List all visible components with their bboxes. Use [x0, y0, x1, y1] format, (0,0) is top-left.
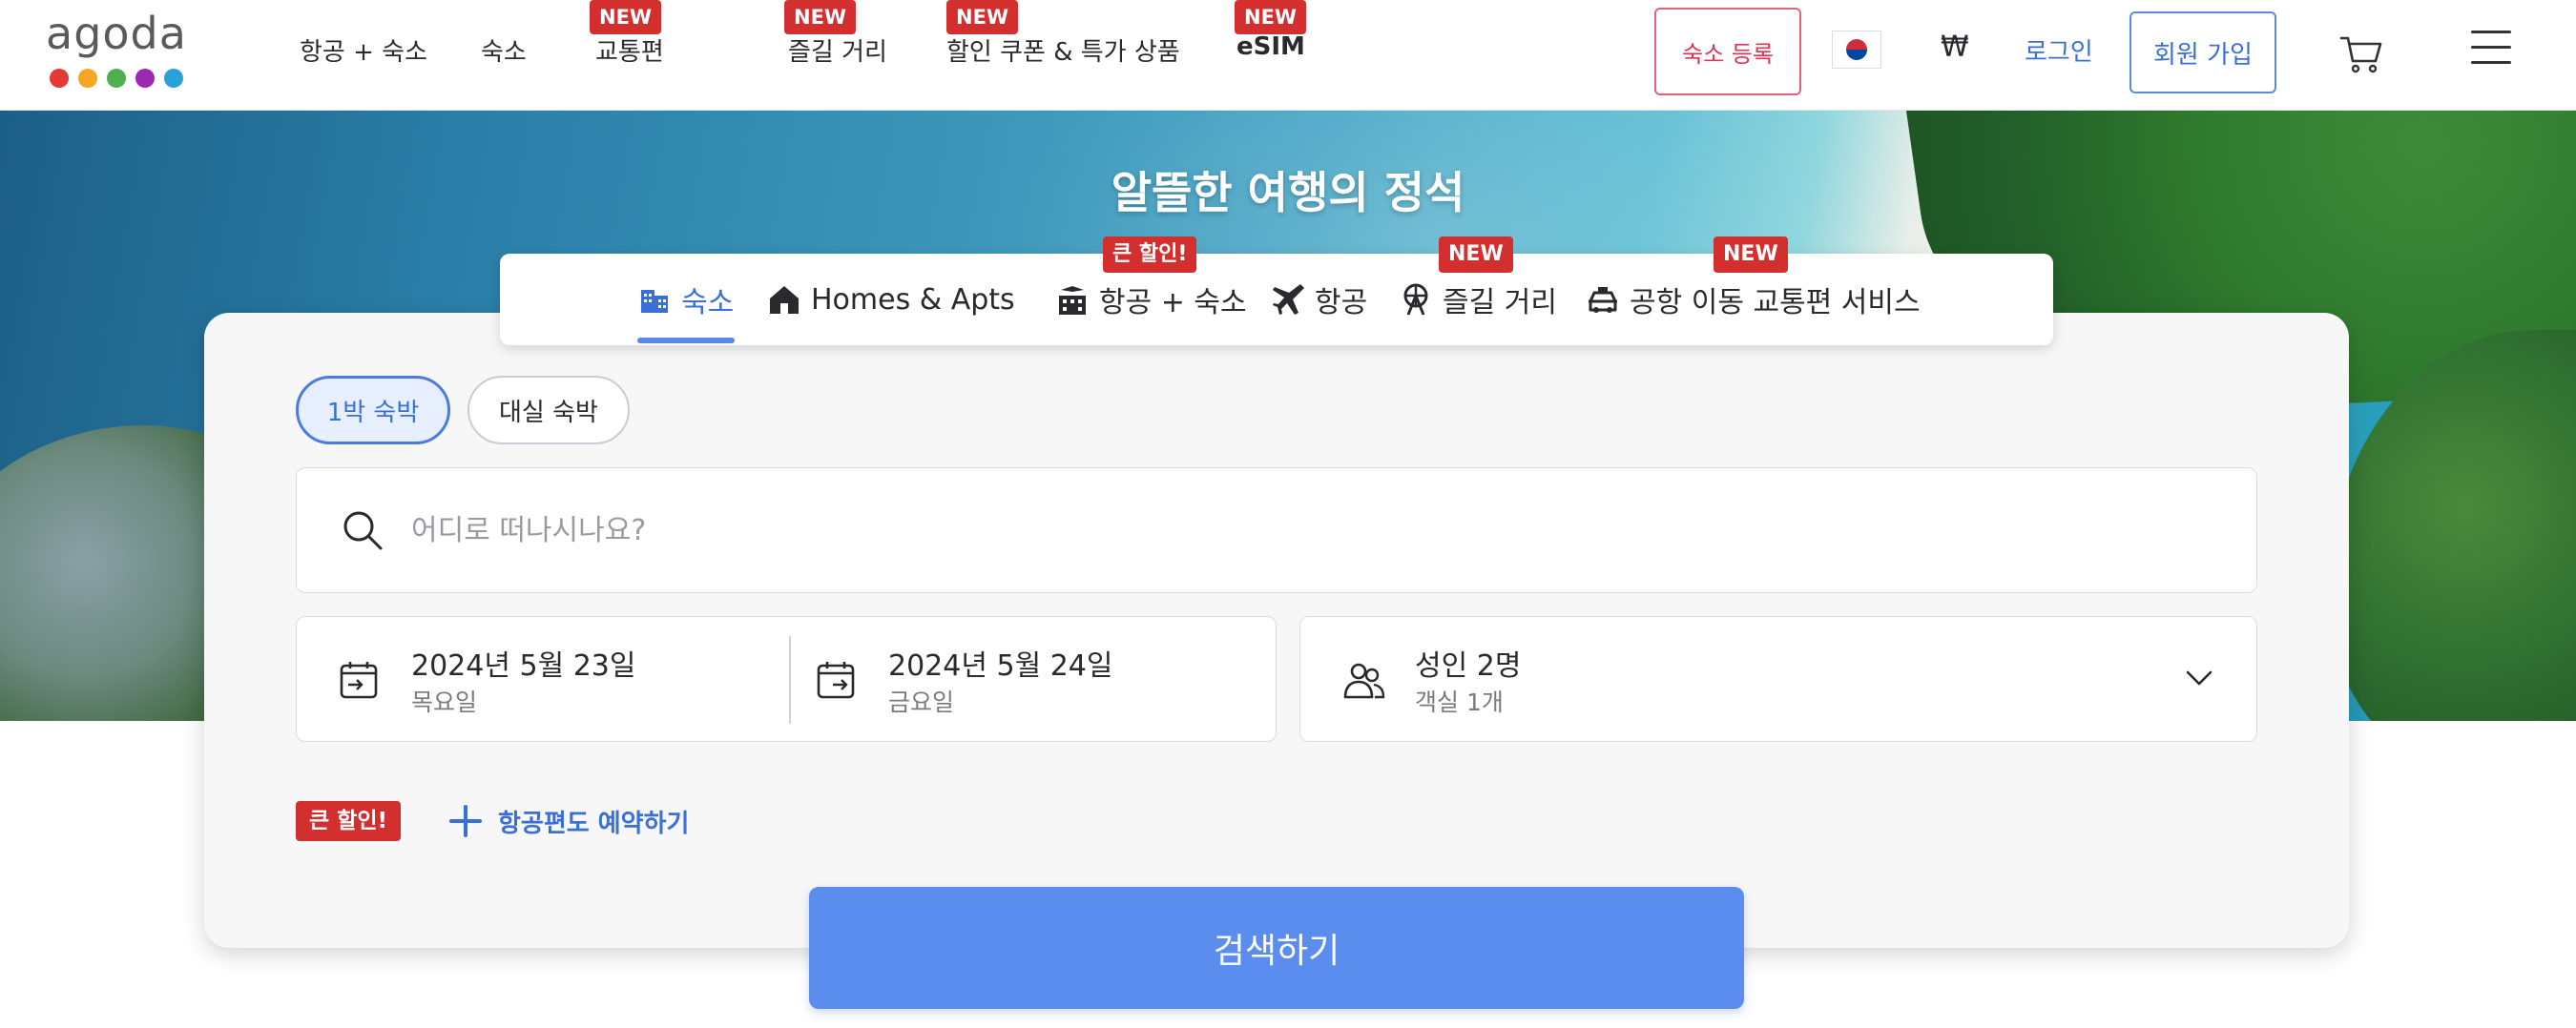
tab-badge-big-sale: 큰 할인! [1103, 236, 1197, 273]
chevron-down-icon [2186, 670, 2212, 686]
checkin-date: 2024년 5월 23일 [411, 649, 636, 683]
tab-homes-apts[interactable]: Homes & Apts [767, 254, 1015, 345]
logo-dot [164, 69, 183, 88]
logo-wordmark: agoda [46, 8, 187, 59]
nav-badge-new: NEW [946, 0, 1019, 34]
product-tabs: 숙소 Homes & Apts 큰 할인! 항공 + 숙소 항공 NEW 즐길 … [500, 236, 2053, 345]
add-flight-button[interactable]: 항공편도 예약하기 [448, 801, 689, 841]
checkin-date-field[interactable]: 2024년 5월 23일 목요일 [297, 617, 774, 743]
cart-icon[interactable] [2339, 34, 2383, 74]
register-property-button[interactable]: 숙소 등록 [1654, 8, 1801, 95]
logo-dot [135, 69, 155, 88]
signup-button[interactable]: 회원 가입 [2129, 11, 2276, 93]
logo-dot [50, 69, 69, 88]
tab-label: Homes & Apts [811, 282, 1015, 317]
checkout-date: 2024년 5월 24일 [888, 649, 1113, 683]
rooms-count: 객실 1개 [1415, 689, 1504, 716]
destination-search-box[interactable] [296, 467, 2257, 593]
nav-transport[interactable]: 교통편 [595, 32, 664, 68]
korea-flag-icon [1846, 39, 1867, 60]
active-tab-underline [637, 338, 735, 343]
nav-badge-new: NEW [784, 0, 857, 34]
top-header: agoda 항공 + 숙소 숙소 NEW 교통편 NEW 즐길 거리 NEW 할… [0, 0, 2576, 111]
tab-label: 숙소 [681, 286, 735, 319]
login-link[interactable]: 로그인 [2025, 32, 2093, 68]
date-range-box: 2024년 5월 23일 목요일 2024년 5월 24일 금요일 [296, 616, 1277, 742]
guests-rooms-selector[interactable]: 성인 2명 객실 1개 [1299, 616, 2257, 742]
hero-title: 알뜰한 여행의 정석 [1111, 167, 1465, 218]
search-button[interactable]: 검색하기 [809, 887, 1744, 1009]
currency-selector[interactable]: ₩ [1941, 31, 1969, 64]
search-icon [343, 511, 383, 550]
checkout-date-field[interactable]: 2024년 5월 24일 금요일 [774, 617, 1251, 743]
tab-flights[interactable]: 항공 [1271, 254, 1367, 345]
flight-hotel-icon [1059, 286, 1086, 315]
tab-label: 즐길 거리 [1443, 286, 1557, 319]
nav-flight-hotel[interactable]: 항공 + 숙소 [300, 32, 427, 68]
nav-badge-new: NEW [590, 0, 662, 34]
tab-badge-new: NEW [1714, 236, 1788, 273]
people-icon [1343, 663, 1385, 699]
checkout-weekday: 금요일 [888, 689, 955, 716]
airplane-icon [1273, 284, 1304, 315]
stay-type-dayuse-pill[interactable]: 대실 숙박 [467, 376, 630, 444]
logo-dot [107, 69, 126, 88]
plus-icon [449, 805, 482, 837]
hamburger-menu-icon[interactable] [2471, 31, 2511, 69]
stay-type-overnight-pill[interactable]: 1박 숙박 [296, 376, 450, 444]
home-icon [770, 286, 799, 314]
big-sale-badge: 큰 할인! [296, 801, 401, 841]
tab-label: 항공 [1315, 286, 1368, 319]
hotel-icon [641, 290, 668, 313]
add-flight-label: 항공편도 예약하기 [498, 809, 690, 838]
checkout-calendar-icon [817, 662, 855, 699]
ferris-wheel-icon [1403, 283, 1428, 316]
tab-hotels[interactable]: 숙소 [637, 254, 734, 345]
korea-flag-language-button[interactable] [1832, 31, 1881, 69]
tab-label: 항공 + 숙소 [1099, 286, 1247, 319]
agoda-home-page: agoda 항공 + 숙소 숙소 NEW 교통편 NEW 즐길 거리 NEW 할… [0, 0, 2576, 1028]
checkin-calendar-icon [340, 662, 378, 699]
tab-label: 공항 이동 교통편 서비스 [1630, 286, 1921, 319]
nav-coupons-deals[interactable]: 할인 쿠폰 & 특가 상품 [946, 32, 1180, 68]
car-icon [1589, 287, 1617, 313]
nav-esim[interactable]: eSIM [1236, 32, 1305, 61]
destination-search-input[interactable] [411, 506, 2129, 554]
checkin-weekday: 목요일 [411, 689, 478, 716]
nav-badge-new: NEW [1235, 0, 1307, 34]
agoda-logo[interactable]: agoda [46, 8, 189, 93]
guests-count: 성인 2명 [1415, 649, 1522, 683]
nav-activities[interactable]: 즐길 거리 [788, 32, 887, 68]
logo-dot [78, 69, 97, 88]
tab-badge-new: NEW [1439, 236, 1513, 273]
nav-hotels[interactable]: 숙소 [481, 32, 527, 68]
logo-dots [50, 69, 183, 88]
